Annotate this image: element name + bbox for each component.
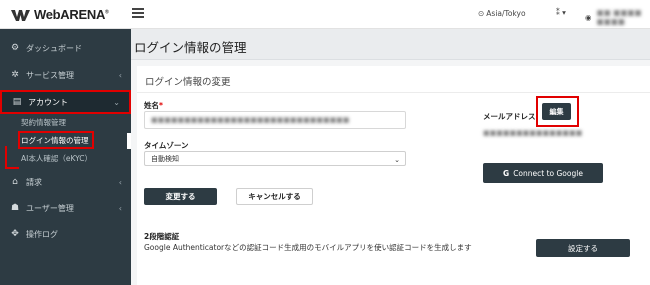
name-input-value: ■■■■■■■■■■■■■■■■■■■■■■■■■■■■■■ [151, 116, 350, 124]
user-menu[interactable]: ◉ ■■ ■■■■ ■■■■ [585, 8, 650, 26]
email-value: ■■■■■■■■■■■■■■■ [483, 129, 582, 137]
sidebar-item-account[interactable]: ▤ アカウント ⌄ [0, 90, 131, 114]
card-title: ログイン情報の変更 [145, 77, 231, 88]
chevron-down-icon: ▾ [562, 8, 566, 17]
logo[interactable]: WebARENA® [10, 7, 109, 22]
logo-mark-icon [10, 8, 32, 22]
connect-google-button[interactable]: G Connect to Google [483, 163, 603, 183]
logo-registered-mark: ® [105, 9, 109, 16]
services-icon: ✲ [11, 70, 19, 80]
login-info-highlight-box [18, 131, 94, 149]
page-title: ログイン情報の管理 [134, 40, 247, 55]
divider [137, 92, 650, 93]
sidebar-subitem-label: 契約情報管理 [21, 118, 66, 127]
sidebar-item-label: 操作ログ [26, 229, 58, 239]
sidebar: ⚙ ダッシュボード ✲ サービス管理 ‹ ▤ アカウント ⌄ 契約情報管理 ログ… [0, 29, 131, 285]
sidebar-item-dashboard[interactable]: ⚙ ダッシュボード [0, 38, 131, 58]
google-icon: G [503, 168, 510, 178]
sidebar-item-services[interactable]: ✲ サービス管理 ‹ [0, 65, 131, 85]
user-name: ■■ ■■■■ ■■■■ [596, 8, 642, 26]
email-value-text: ■■■■■■■■■■■■■■■ [483, 129, 583, 137]
main-content: ログイン情報の管理 ログイン情報の変更 姓名* ■■■■■■■■■■■■■■■■… [131, 29, 650, 285]
billing-icon: ⌂ [12, 177, 18, 187]
dashboard-icon: ⚙ [10, 43, 20, 53]
name-label: 姓名* [144, 100, 163, 111]
sidebar-subitem-label: AI本人確認（eKYC） [21, 154, 93, 163]
chevron-left-icon: ‹ [118, 177, 122, 187]
two-factor-title: 2段階認証 [144, 232, 180, 241]
timezone-indicator[interactable]: ⊙ Asia/Tokyo [478, 9, 526, 18]
sidebar-item-operation-log[interactable]: ✥ 操作ログ [0, 224, 131, 244]
sidebar-item-label: アカウント [28, 97, 68, 107]
timezone-label: タイムゾーン [144, 141, 189, 150]
sidebar-item-label: サービス管理 [26, 70, 74, 80]
account-card-icon: ▤ [12, 97, 22, 107]
clock-icon: ⊙ [478, 9, 485, 18]
change-button[interactable]: 変更する [144, 188, 217, 205]
cancel-button[interactable]: キャンセルする [236, 188, 313, 205]
chevron-left-icon: ‹ [118, 70, 122, 80]
required-mark: * [159, 101, 163, 110]
logo-text: WebARENA [34, 7, 106, 22]
translate-icon: ⁑ [556, 8, 560, 17]
sidebar-item-billing[interactable]: ⌂ 請求 ‹ [0, 172, 131, 192]
timezone-select[interactable]: 自動検知 ⌄ [144, 151, 406, 166]
email-label: メールアドレス [483, 112, 536, 121]
sidebar-subitem-ekyc[interactable]: AI本人確認（eKYC） [0, 151, 131, 166]
sidebar-item-label: 請求 [26, 177, 42, 187]
chevron-down-icon: ⌄ [394, 156, 400, 164]
sidebar-item-users[interactable]: ☗ ユーザー管理 ‹ [0, 198, 131, 218]
log-icon: ✥ [11, 229, 19, 239]
users-icon: ☗ [10, 203, 20, 213]
two-factor-description: Google Authenticatorなどの認証コード生成用のモバイルアプリを… [144, 243, 472, 252]
chevron-down-icon: ⌄ [113, 97, 120, 107]
sidebar-item-label: ユーザー管理 [26, 203, 74, 213]
two-factor-setup-button[interactable]: 設定する [536, 239, 630, 257]
timezone-select-value: 自動検知 [151, 154, 179, 163]
user-icon: ◉ [585, 12, 592, 22]
top-bar: WebARENA® ⊙ Asia/Tokyo ⁑ ▾ ◉ ■■ ■■■■ ■■■… [0, 0, 650, 29]
name-input[interactable]: ■■■■■■■■■■■■■■■■■■■■■■■■■■■■■■ [144, 111, 406, 129]
page-header: ログイン情報の管理 [131, 29, 650, 60]
connect-google-label: Connect to Google [513, 168, 583, 178]
sidebar-subitem-contract[interactable]: 契約情報管理 [0, 115, 131, 130]
language-selector[interactable]: ⁑ ▾ [556, 8, 566, 17]
timezone-text: Asia/Tokyo [486, 9, 526, 18]
name-label-text: 姓名 [144, 101, 159, 110]
edit-email-button[interactable]: 編集 [542, 103, 571, 120]
sidebar-item-label: ダッシュボード [26, 43, 82, 53]
menu-toggle-icon[interactable] [132, 8, 144, 20]
chevron-left-icon: ‹ [118, 203, 122, 213]
